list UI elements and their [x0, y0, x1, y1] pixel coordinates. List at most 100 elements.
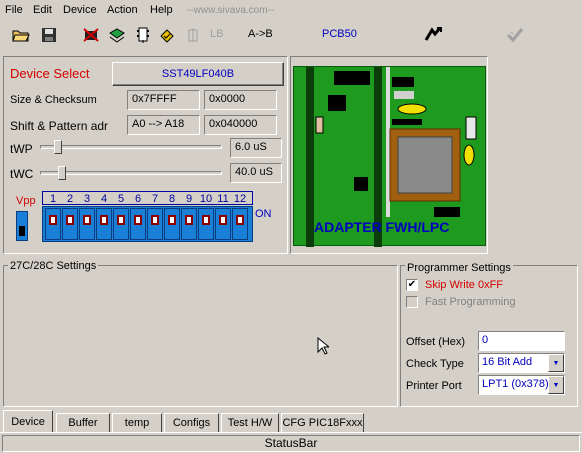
twc-slider-track	[40, 171, 222, 175]
menu-edit[interactable]: Edit	[33, 4, 52, 16]
dip-switch[interactable]	[113, 208, 129, 240]
dip-number: 6	[134, 193, 142, 205]
tab-device[interactable]: Device	[3, 410, 53, 432]
fast-programming-checkbox[interactable]	[406, 296, 418, 308]
dip-number: 1	[49, 193, 57, 205]
programmer-settings-title: Programmer Settings	[405, 262, 513, 274]
tab-cfg-pic18[interactable]: CFG PIC18Fxxx	[281, 413, 364, 432]
read-chip-icon[interactable]	[106, 24, 128, 46]
dip-number: 4	[100, 193, 108, 205]
menu-bar: File Edit Device Action Help --www.sivav…	[0, 0, 582, 20]
a-to-b-button[interactable]: A->B	[248, 28, 273, 40]
dip-switch[interactable]	[45, 208, 61, 240]
lightning-icon[interactable]	[422, 24, 444, 46]
tab-configs[interactable]: Configs	[164, 413, 219, 432]
dip-switch[interactable]	[164, 208, 180, 240]
dip-switch[interactable]	[232, 208, 248, 240]
eprom-settings-title: 27C/28C Settings	[8, 260, 99, 272]
dip-switch-knob	[151, 215, 159, 225]
printer-port-select[interactable]: LPT1 (0x378) ▼	[478, 375, 565, 395]
chevron-down-icon[interactable]: ▼	[548, 376, 564, 394]
dip-switch-knob	[49, 215, 57, 225]
dip-switch-knob	[134, 215, 142, 225]
tab-temp[interactable]: temp	[112, 413, 162, 432]
twc-label: tWC	[10, 167, 34, 181]
checksum-field: 0x0000	[204, 90, 277, 110]
tab-baseline	[0, 432, 582, 433]
dip-switch[interactable]	[62, 208, 78, 240]
dip-switch[interactable]	[181, 208, 197, 240]
vpp-jumper[interactable]	[16, 211, 28, 241]
dip-switch[interactable]	[215, 208, 231, 240]
dip-switch-knob	[202, 215, 210, 225]
dip-number: 5	[117, 193, 125, 205]
dip-number: 7	[151, 193, 159, 205]
watermark-text: --www.sivava.com--	[187, 5, 275, 16]
status-bar: StatusBar	[2, 435, 580, 452]
menu-action[interactable]: Action	[107, 4, 138, 16]
offset-label: Offset (Hex)	[406, 336, 466, 348]
save-disk-icon[interactable]	[38, 24, 60, 46]
dip-on-label: ON	[255, 208, 272, 220]
printer-port-label: Printer Port	[406, 380, 462, 392]
dip-switch[interactable]	[147, 208, 163, 240]
twp-value: 6.0 uS	[230, 138, 282, 158]
dip-number: 11	[217, 193, 229, 205]
dip-switch-knob	[168, 215, 176, 225]
chevron-down-icon[interactable]: ▼	[548, 354, 564, 372]
dip-switch-knob	[219, 215, 227, 225]
dip-number: 10	[199, 193, 213, 205]
dip-number: 8	[168, 193, 176, 205]
dip-number: 3	[83, 193, 91, 205]
open-folder-icon[interactable]	[10, 24, 32, 46]
dip-switch[interactable]	[198, 208, 214, 240]
mouse-cursor-icon	[317, 337, 329, 355]
skip-write-checkbox[interactable]: ✔	[406, 279, 418, 291]
blank-check-icon[interactable]	[182, 24, 204, 46]
pcb-button[interactable]: PCB50	[322, 28, 357, 40]
menu-help[interactable]: Help	[150, 4, 173, 16]
dip-switch-knob	[117, 215, 125, 225]
verify-chip-icon[interactable]	[156, 24, 178, 46]
dip-switch[interactable]	[96, 208, 112, 240]
toolbar: LB A->B PCB50	[0, 22, 582, 48]
tab-test-hw[interactable]: Test H/W	[221, 413, 279, 432]
dip-switch-knob	[83, 215, 91, 225]
pattern-field: 0x040000	[204, 115, 277, 135]
menu-file[interactable]: File	[5, 4, 23, 16]
twp-slider-track	[40, 145, 222, 149]
adapter-label: ADAPTER FWH/LPC	[314, 219, 450, 235]
dip-switch-knob	[185, 215, 193, 225]
offset-input[interactable]: 0	[478, 331, 565, 351]
vpp-label: Vpp	[16, 195, 36, 207]
twc-slider-thumb[interactable]	[58, 166, 66, 180]
shift-field: A0 --> A18	[127, 115, 200, 135]
size-checksum-label: Size & Checksum	[10, 94, 97, 106]
skip-write-label: Skip Write 0xFF	[425, 279, 504, 291]
check-type-select[interactable]: 16 Bit Add ▼	[478, 353, 565, 373]
erase-chip-icon[interactable]	[80, 24, 102, 46]
dip-number: 9	[185, 193, 193, 205]
eprom-settings-panel	[3, 265, 398, 407]
twp-label: tWP	[10, 142, 33, 156]
printer-port-value: LPT1 (0x378)	[482, 378, 549, 390]
check-type-value: 16 Bit Add	[482, 356, 533, 368]
lb-button[interactable]: LB	[210, 28, 223, 40]
dip-switch[interactable]	[79, 208, 95, 240]
dip-switch[interactable]	[130, 208, 146, 240]
fast-programming-label: Fast Programming	[425, 296, 516, 308]
dip-switch-knob	[100, 215, 108, 225]
checkmark-icon[interactable]	[504, 24, 526, 46]
dip-switch-knob	[66, 215, 74, 225]
check-type-label: Check Type	[406, 358, 464, 370]
program-chip-icon[interactable]	[132, 24, 154, 46]
device-select-button[interactable]: SST49LF040B	[112, 62, 284, 86]
twp-slider-thumb[interactable]	[54, 140, 62, 154]
dip-number: 2	[66, 193, 74, 205]
menu-device[interactable]: Device	[63, 4, 97, 16]
shift-pattern-label: Shift & Pattern adr	[10, 119, 109, 133]
tab-buffer[interactable]: Buffer	[56, 413, 110, 432]
dip-switch-knob	[236, 215, 244, 225]
size-field: 0x7FFFF	[127, 90, 200, 110]
device-select-label: Device Select	[10, 66, 90, 81]
